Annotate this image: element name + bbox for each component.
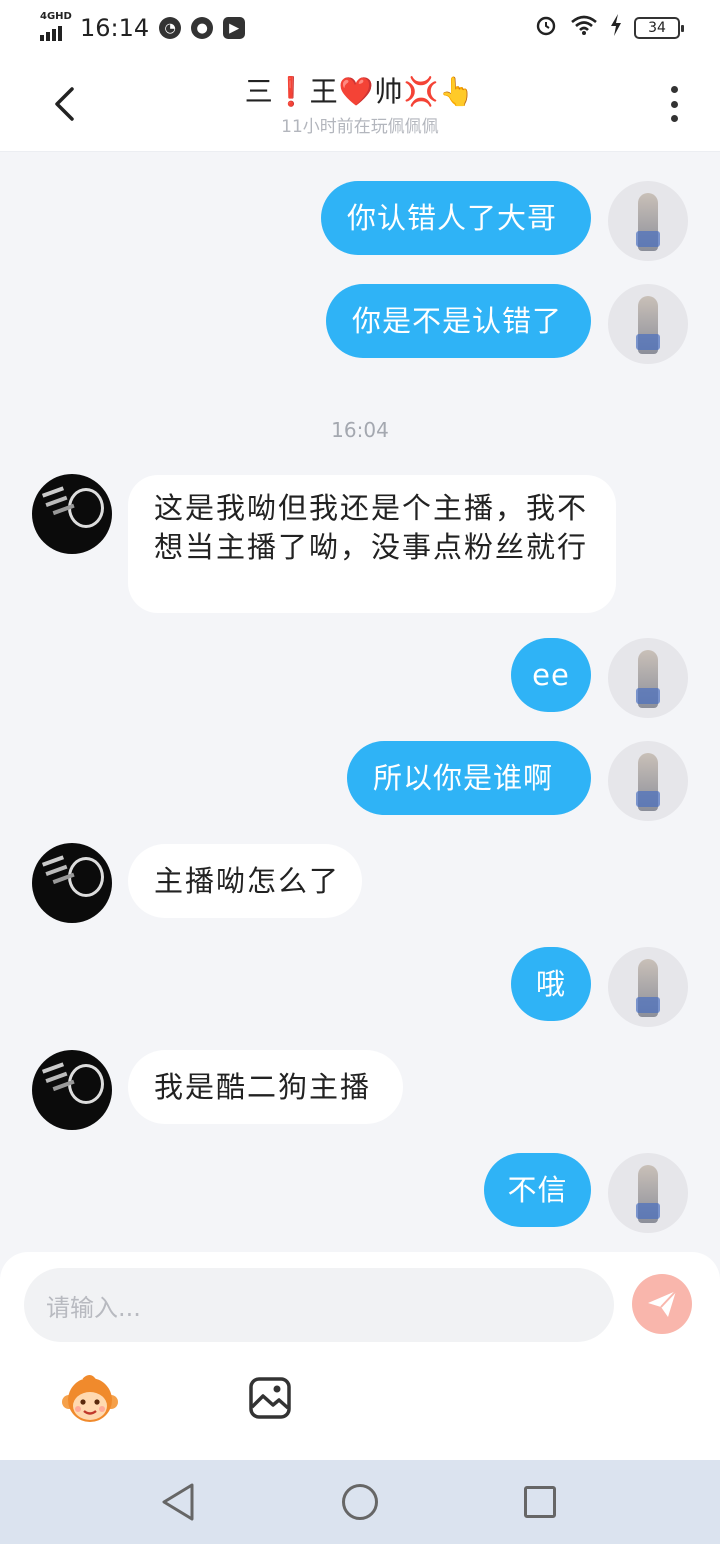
video-play-icon: ▶ xyxy=(223,17,246,39)
message-timestamp: 16:04 xyxy=(331,418,389,442)
monkey-emoji-icon xyxy=(62,1375,118,1422)
message-composer: 请输入... xyxy=(0,1252,720,1460)
vertical-dots-icon xyxy=(670,86,678,93)
more-options-button[interactable] xyxy=(662,84,686,124)
my-avatar[interactable] xyxy=(608,741,688,821)
status-time: 16:14 xyxy=(80,14,150,42)
message-bubble[interactable]: 这是我呦但我还是个主播，我不想当主播了呦，没事点粉丝就行 xyxy=(128,475,616,613)
charging-icon xyxy=(610,14,622,42)
message-list[interactable]: 你认错人了大哥 你是不是认错了 16:04 这是我呦但我还是个主播，我不想当主播… xyxy=(0,152,720,1252)
message-bubble[interactable]: ee xyxy=(511,638,591,712)
nav-recent-apps-button[interactable] xyxy=(524,1486,556,1518)
contact-avatar[interactable] xyxy=(32,1050,112,1130)
triangle-back-icon xyxy=(162,1483,194,1521)
message-bubble[interactable]: 你是不是认错了 xyxy=(326,284,591,358)
paper-plane-icon xyxy=(648,1290,677,1317)
my-avatar[interactable] xyxy=(608,638,688,718)
send-button[interactable] xyxy=(632,1274,692,1334)
chat-title: 三❗王❤️帅💢👆 xyxy=(244,75,476,108)
chat-header: 三❗王❤️帅💢👆 11小时前在玩佩佩佩 xyxy=(0,56,720,152)
image-button[interactable] xyxy=(248,1376,292,1420)
message-bubble[interactable]: 不信 xyxy=(484,1153,591,1227)
message-bubble[interactable]: 所以你是谁啊 xyxy=(347,741,591,815)
chevron-left-icon xyxy=(55,87,74,121)
image-icon xyxy=(249,1377,291,1419)
message-input[interactable]: 请输入... xyxy=(24,1268,614,1342)
wechat-icon: ● xyxy=(191,17,214,39)
wifi-icon xyxy=(570,14,598,42)
battery-icon: 34 xyxy=(634,17,684,39)
status-bar: 4GHD 16:14 ◔ ● ▶ 34 xyxy=(0,0,720,56)
my-avatar[interactable] xyxy=(608,947,688,1027)
contact-avatar[interactable] xyxy=(32,474,112,554)
chat-title-block: 三❗王❤️帅💢👆 11小时前在玩佩佩佩 xyxy=(160,70,560,137)
emoji-button[interactable] xyxy=(60,1372,120,1428)
my-avatar[interactable] xyxy=(608,181,688,261)
last-active-status: 11小时前在玩佩佩佩 xyxy=(281,117,439,137)
message-bubble[interactable]: 我是酷二狗主播 xyxy=(128,1050,403,1124)
nav-back-button[interactable] xyxy=(160,1482,196,1522)
message-bubble[interactable]: 你认错人了大哥 xyxy=(321,181,591,255)
speedometer-icon: ◔ xyxy=(159,17,182,39)
contact-avatar[interactable] xyxy=(32,843,112,923)
system-navigation-bar xyxy=(0,1460,720,1544)
message-bubble[interactable]: 主播呦怎么了 xyxy=(128,844,362,918)
signal-icon: 4GHD xyxy=(40,11,72,41)
my-avatar[interactable] xyxy=(608,284,688,364)
back-button[interactable] xyxy=(44,82,84,126)
nav-home-button[interactable] xyxy=(342,1484,378,1520)
message-bubble[interactable]: 哦 xyxy=(511,947,591,1021)
my-avatar[interactable] xyxy=(608,1153,688,1233)
network-type: 4GHD xyxy=(40,11,72,22)
alarm-icon xyxy=(534,13,558,43)
